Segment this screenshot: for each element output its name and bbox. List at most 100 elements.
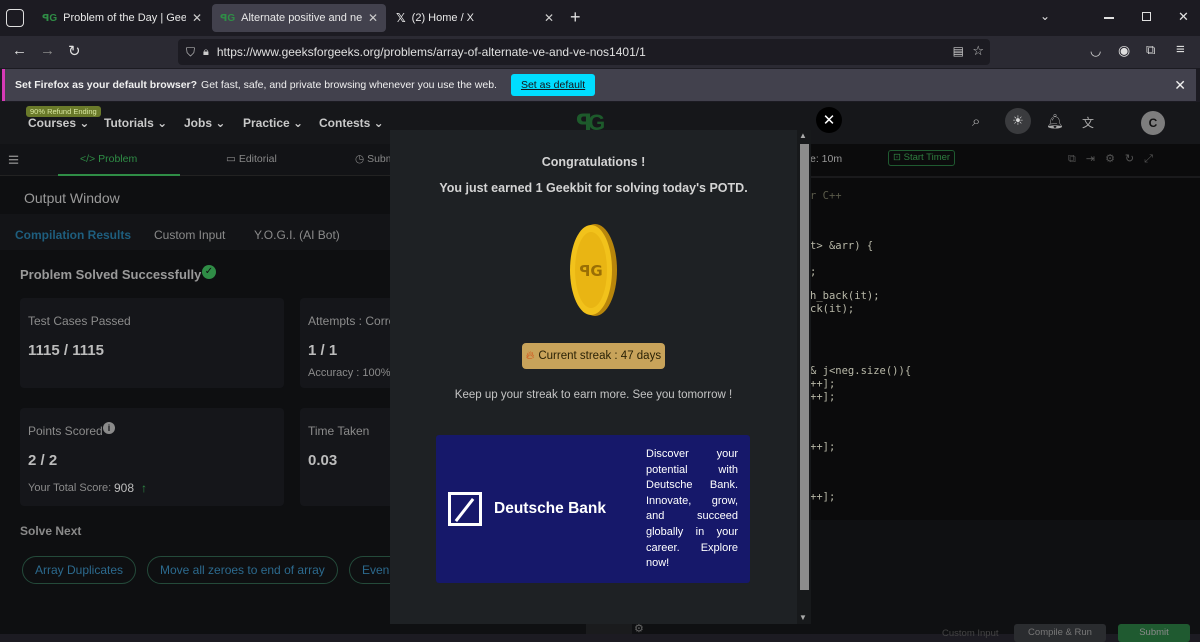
window-close-icon[interactable]: ✕: [1178, 9, 1189, 25]
reload-icon[interactable]: ↻: [68, 42, 81, 60]
restore-icon[interactable]: [1142, 12, 1151, 21]
attempts-card: Attempts : Corre 1 / 1 Accuracy : 100%: [300, 298, 400, 388]
points-card: Points Scored i 2 / 2 Your Total Score: …: [20, 408, 284, 506]
time-value: 0.03: [308, 452, 338, 469]
next-problem-chip[interactable]: Move all zeroes to end of array: [147, 556, 338, 584]
x-favicon-icon: 𝕏: [396, 11, 406, 25]
editor-header-strip: [810, 176, 1200, 178]
code-line: ++];: [810, 391, 836, 403]
modal-heading: Congratulations !: [541, 155, 646, 169]
nav-contests[interactable]: Contests ⌄: [319, 116, 384, 130]
translate-icon[interactable]: 文: [1082, 114, 1094, 131]
info-icon[interactable]: i: [103, 422, 115, 434]
tab-potd[interactable]: ꟼG Problem of the Day | GeeksforG ✕: [34, 4, 210, 32]
nav-courses[interactable]: Courses ⌄: [28, 116, 89, 130]
hamburger-icon[interactable]: ≡: [8, 150, 19, 172]
tab-yogi[interactable]: Y.O.G.I. (AI Bot): [254, 228, 340, 242]
deutsche-bank-ad[interactable]: Deutsche Bank Discover your potential wi…: [436, 435, 750, 583]
tab-title: (2) Home / X: [411, 12, 475, 24]
app-menu-icon[interactable]: ≡: [1176, 41, 1185, 58]
code-line: ck(it);: [810, 303, 855, 315]
timer-text: e: 10m: [810, 153, 843, 165]
compile-run-button[interactable]: Compile & Run: [1014, 624, 1106, 642]
tab-close-icon[interactable]: ✕: [192, 11, 202, 25]
shield-icon: ⛉: [186, 44, 196, 59]
solve-next-heading: Solve Next: [20, 524, 82, 538]
tab-editorial[interactable]: ▭ Editorial: [226, 153, 277, 165]
nav-practice[interactable]: Practice ⌄: [243, 116, 303, 130]
modal-scrollbar-thumb[interactable]: [800, 144, 809, 590]
browser-nav-bar: ← → ↻ ⛉ 🔒︎ https://www.geeksforgeeks.org…: [0, 36, 1200, 68]
notification-close-icon[interactable]: ✕: [1174, 77, 1186, 94]
code-line: ++];: [810, 378, 836, 390]
url-bar[interactable]: ⛉ 🔒︎ https://www.geeksforgeeks.org/probl…: [178, 39, 990, 65]
total-score-label: Your Total Score:: [28, 482, 112, 494]
scroll-down-icon[interactable]: ▼: [799, 613, 807, 622]
ad-copy: Discover your potential with Deutsche Ba…: [646, 448, 738, 570]
notification-title: Set Firefox as your default browser?: [15, 79, 198, 91]
svg-text:ꟼG: ꟼG: [579, 262, 602, 280]
streak-text: Current streak : 47 days: [538, 350, 662, 362]
tab-title: Problem of the Day | GeeksforG: [63, 12, 186, 24]
tab-x-home[interactable]: 𝕏 (2) Home / X ✕: [388, 4, 562, 32]
geekbit-earned-text: You just earned 1 Geekbit for solving to…: [439, 181, 748, 195]
pocket-icon[interactable]: ◡: [1090, 43, 1101, 59]
avatar[interactable]: C: [1141, 111, 1165, 135]
reader-view-icon[interactable]: ▤: [953, 44, 964, 58]
tab-custom-input[interactable]: Custom Input: [154, 228, 225, 242]
bottom-strip: [586, 624, 632, 634]
theme-toggle-icon[interactable]: ☀: [1005, 108, 1031, 134]
tab-close-icon[interactable]: ✕: [368, 11, 378, 25]
modal-close-button[interactable]: ✕: [816, 107, 842, 133]
notification-bell-icon[interactable]: 🔔︎: [1046, 113, 1064, 130]
code-line: & j<neg.size()){: [810, 365, 912, 377]
streak-badge: 🔥︎ Current streak : 47 days: [522, 343, 665, 369]
code-editor-panel: e: 10m ⊡ Start Timer ⧉⇥⚙↻⤢ r C++ t> &arr…: [810, 144, 1200, 642]
code-line: h_back(it);: [810, 290, 880, 302]
tab-close-icon[interactable]: ✕: [544, 11, 554, 25]
start-timer-button[interactable]: ⊡ Start Timer: [888, 150, 956, 166]
encourage-text: Keep up your streak to earn more. See yo…: [454, 389, 733, 401]
tab-problem[interactable]: </> Problem: [80, 153, 137, 165]
check-icon: ✓: [202, 265, 216, 279]
output-window-title: Output Window: [24, 190, 120, 206]
minimize-icon[interactable]: [1104, 17, 1114, 19]
editor-toolbar-icons[interactable]: ⧉⇥⚙↻⤢: [1068, 152, 1163, 166]
editor-footer: [810, 520, 1200, 634]
scroll-up-icon[interactable]: ▲: [799, 131, 807, 140]
list-all-tabs-icon[interactable]: ⌄: [1040, 9, 1050, 23]
arrow-up-icon: ↑: [141, 481, 147, 495]
problem-subnav: ≡ </> Problem ▭ Editorial ◷ Subm: [0, 144, 400, 176]
lock-icon: 🔒︎: [203, 45, 209, 58]
forward-icon[interactable]: →: [40, 42, 55, 59]
test-cases-value: 1115 / 1115: [28, 342, 104, 359]
geekbit-coin-icon: ꟼG: [570, 224, 617, 316]
tab-compilation-results[interactable]: Compilation Results: [15, 228, 131, 242]
gfg-favicon-icon: ꟼG: [42, 12, 58, 24]
points-value: 2 / 2: [28, 452, 58, 469]
ad-brand: Deutsche Bank: [494, 500, 606, 517]
search-icon[interactable]: ⌕: [972, 113, 980, 130]
default-browser-notification: Set Firefox as your default browser? Get…: [2, 69, 1196, 101]
nav-tutorials[interactable]: Tutorials ⌄: [104, 116, 167, 130]
fire-icon: 🔥︎: [525, 349, 535, 362]
code-line: ++];: [810, 441, 836, 453]
lang-hint: r C++: [810, 190, 842, 202]
new-tab-icon[interactable]: +: [570, 7, 581, 28]
back-icon[interactable]: ←: [12, 42, 27, 59]
url-text: https://www.geeksforgeeks.org/problems/a…: [216, 45, 646, 59]
code-line: ++];: [810, 491, 836, 503]
gfg-favicon-icon: ꟼG: [220, 12, 236, 24]
submit-button[interactable]: Submit: [1118, 624, 1190, 642]
bookmark-star-icon[interactable]: ☆: [972, 43, 984, 59]
account-icon[interactable]: ◉: [1118, 42, 1130, 59]
notification-text: Get fast, safe, and private browsing whe…: [201, 79, 497, 91]
tab-submissions[interactable]: ◷ Subm: [355, 153, 395, 165]
tab-alternate[interactable]: ꟼG Alternate positive and negative ✕: [212, 4, 386, 32]
tab-list-icon[interactable]: [6, 9, 24, 27]
nav-jobs[interactable]: Jobs ⌄: [184, 116, 225, 130]
set-as-default-button[interactable]: Set as default: [510, 74, 596, 96]
next-problem-chip[interactable]: Array Duplicates: [22, 556, 137, 584]
extensions-icon[interactable]: ⧉: [1146, 42, 1155, 58]
deutsche-bank-logo-icon: [448, 492, 482, 526]
